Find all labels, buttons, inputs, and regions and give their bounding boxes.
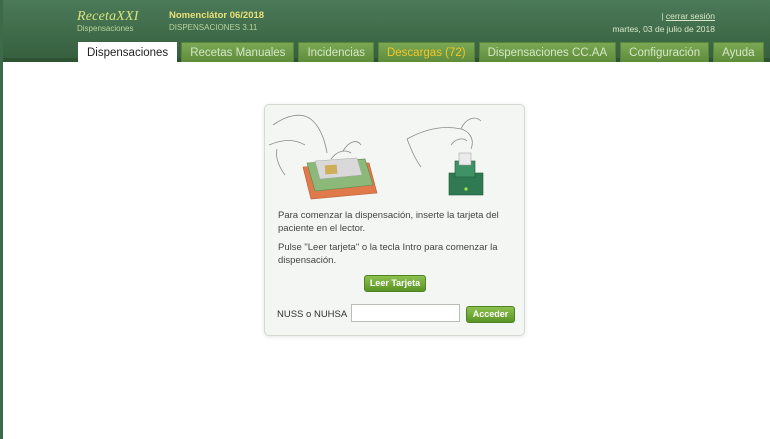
app-header: RecetaXXI Dispensaciones Nomenclátor 06/… [3, 0, 770, 62]
logo-text: RecetaXXI [77, 9, 139, 24]
tab-dispensaciones-ccaa[interactable]: Dispensaciones CC.AA [478, 42, 617, 62]
tab-ayuda[interactable]: Ayuda [713, 42, 764, 62]
session-separator: | [661, 11, 664, 21]
tab-incidencias[interactable]: Incidencias [298, 42, 374, 62]
health-card-icon [302, 157, 378, 200]
logo-subtitle: Dispensaciones [77, 24, 134, 33]
tab-dispensaciones[interactable]: Dispensaciones [78, 42, 178, 62]
main-tabs: Dispensaciones Recetas Manuales Incidenc… [78, 42, 764, 62]
logout-link[interactable]: cerrar sesión [666, 11, 715, 21]
nuss-label: NUSS o NUHSA [277, 309, 348, 320]
nuss-input[interactable] [351, 304, 460, 322]
app-version: DISPENSACIONES 3.11 [169, 23, 258, 32]
nomenclator-title: Nomenclátor 06/2018 [169, 10, 265, 21]
app-logo: RecetaXXI Dispensaciones [77, 9, 139, 33]
current-date: martes, 03 de julio de 2018 [612, 24, 715, 34]
read-card-instruction: Pulse "Leer tarjeta" o la tecla Intro pa… [278, 242, 498, 266]
card-insertion-illustration [268, 114, 484, 200]
access-button[interactable]: Acceder [466, 306, 515, 323]
app-info: Nomenclátor 06/2018 DISPENSACIONES 3.11 [169, 10, 264, 32]
tab-configuracion[interactable]: Configuración [620, 42, 710, 62]
session-info: | cerrar sesión martes, 03 de julio de 2… [612, 11, 715, 34]
tab-descargas[interactable]: Descargas (72) [377, 42, 475, 62]
window-left-edge [0, 0, 3, 439]
card-reader-icon [448, 152, 484, 196]
tab-recetas-manuales[interactable]: Recetas Manuales [181, 42, 295, 62]
insert-card-message: Para comenzar la dispensación, inserte l… [278, 210, 499, 234]
card-reader-panel: Para comenzar la dispensación, inserte l… [264, 104, 525, 336]
read-card-button[interactable]: Leer Tarjeta [364, 275, 426, 292]
